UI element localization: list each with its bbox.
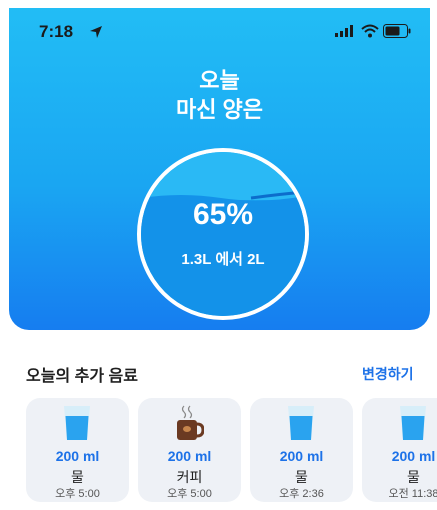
drink-name: 물 <box>71 469 84 485</box>
edit-drinks-button[interactable]: 변경하기 <box>362 364 414 384</box>
signal-icon <box>335 25 353 37</box>
drink-amount: 200 ml <box>279 448 324 464</box>
drink-time: 오후 2:36 <box>279 488 324 500</box>
header-title-line2: 마신 양은 <box>175 97 264 122</box>
location-arrow-icon <box>90 26 102 38</box>
drink-card[interactable]: 200 ml 물 오후 2:36 <box>250 398 353 502</box>
drink-name: 물 <box>407 469 420 485</box>
drink-card[interactable]: 200 ml 물 오전 11:38 <box>362 398 437 502</box>
drinks-list: 200 ml 물 오후 5:00 200 ml 커피 오후 5:00 200 m… <box>26 398 437 510</box>
progress-circle: 65% 1.3L 에서 2L <box>137 148 309 320</box>
water-glass-icon <box>64 406 90 440</box>
drink-amount: 200 ml <box>167 448 212 464</box>
drink-amount: 200 ml <box>391 448 436 464</box>
drink-time: 오후 5:00 <box>55 488 100 500</box>
section-title: 오늘의 추가 음료 <box>26 368 138 385</box>
drink-name: 물 <box>295 469 308 485</box>
drink-amount: 200 ml <box>55 448 100 464</box>
drink-name: 커피 <box>176 469 203 485</box>
drink-card[interactable]: 200 ml 물 오후 5:00 <box>26 398 129 502</box>
progress-amount: 1.3L 에서 2L <box>181 251 265 268</box>
drink-time: 오전 11:38 <box>388 488 437 500</box>
water-glass-icon <box>400 406 426 440</box>
water-glass-icon <box>288 406 314 440</box>
status-time: 7:18 <box>39 22 74 41</box>
progress-percent: 65% <box>192 198 254 231</box>
hydration-header: 7:18 오늘 마신 양은 65% 1.3L 에서 2L <box>9 8 430 330</box>
coffee-cup-icon <box>177 405 204 440</box>
wifi-icon <box>361 24 379 38</box>
drink-time: 오후 5:00 <box>167 488 212 500</box>
drink-card[interactable]: 200 ml 커피 오후 5:00 <box>138 398 241 502</box>
status-bar: 7:18 <box>9 8 430 52</box>
header-title-line1: 오늘 <box>199 68 240 93</box>
battery-icon <box>383 24 411 38</box>
water-level-graphic <box>141 152 305 316</box>
